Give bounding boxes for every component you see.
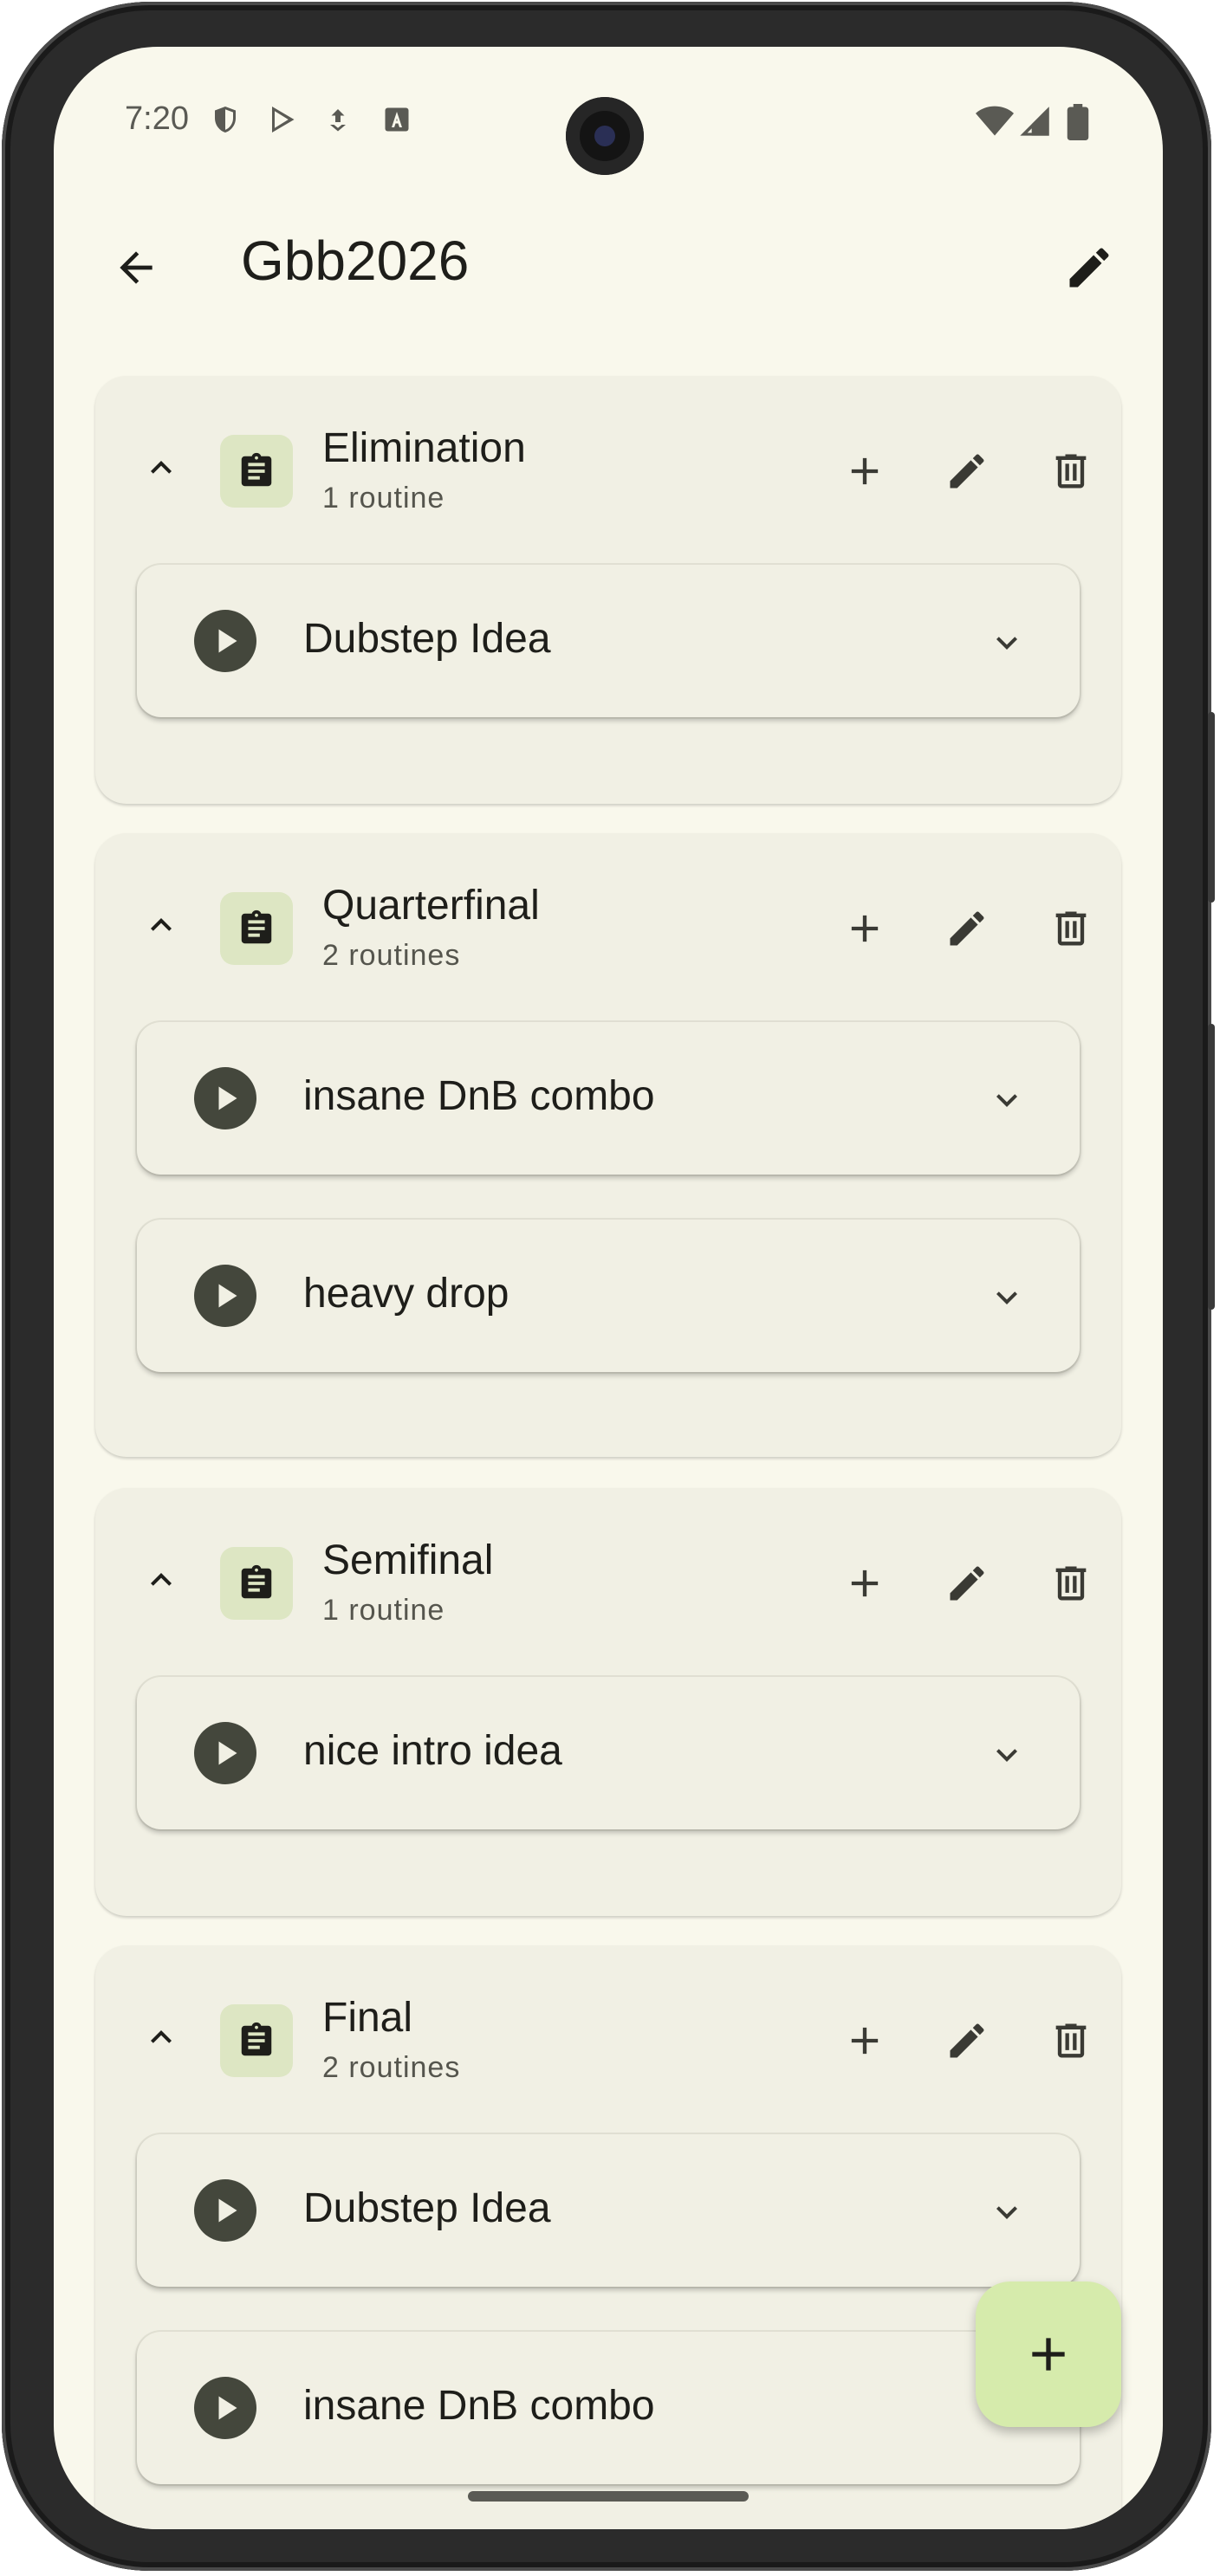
delete-section-button[interactable]: [1048, 906, 1093, 951]
routine-card[interactable]: nice intro idea: [137, 1677, 1080, 1829]
edit-title-button[interactable]: [1050, 229, 1128, 307]
screen: 7:20 Gbb2026 Elimination 1 routine Dubst…: [54, 47, 1163, 2529]
page-title: Gbb2026: [241, 230, 470, 292]
section-header[interactable]: Quarterfinal 2 routines: [95, 833, 1121, 1006]
chevron-up-icon[interactable]: [140, 904, 182, 946]
routine-title: Dubstep Idea: [303, 2185, 551, 2231]
play-button[interactable]: [194, 610, 256, 672]
side-button: [1208, 712, 1215, 903]
section-subtitle: 1 routine: [322, 482, 445, 515]
play-icon: [218, 1741, 237, 1765]
chevron-down-icon[interactable]: [986, 1079, 1028, 1121]
routine-title: insane DnB combo: [303, 1073, 655, 1119]
routine-card[interactable]: heavy drop: [137, 1220, 1080, 1372]
section-header[interactable]: Final 2 routines: [95, 1945, 1121, 2119]
section-card: Semifinal 1 routine nice intro idea: [95, 1488, 1121, 1916]
edit-section-button[interactable]: [944, 1561, 990, 1606]
play-icon: [218, 2198, 237, 2223]
routine-card[interactable]: insane DnB combo: [137, 1022, 1080, 1175]
section-card: Elimination 1 routine Dubstep Idea: [95, 376, 1121, 804]
clipboard-badge: [220, 1547, 293, 1620]
section-title: Elimination: [322, 425, 526, 471]
section-subtitle: 2 routines: [322, 2051, 461, 2084]
play-icon: [218, 629, 237, 653]
edit-section-button[interactable]: [944, 906, 990, 951]
routine-card[interactable]: insane DnB combo: [137, 2332, 1080, 2484]
clipboard-badge: [220, 892, 293, 965]
battery-icon: [1067, 104, 1089, 140]
chevron-up-icon[interactable]: [140, 447, 182, 489]
add-routine-button[interactable]: [842, 1561, 887, 1606]
chevron-down-icon[interactable]: [986, 622, 1028, 663]
play-icon: [218, 1284, 237, 1308]
gesture-handle[interactable]: [468, 2491, 749, 2502]
delete-section-button[interactable]: [1048, 2018, 1093, 2063]
top-app-bar: [54, 220, 1163, 307]
back-button[interactable]: [97, 229, 175, 307]
play-icon: [218, 1086, 237, 1110]
clipboard-badge: [220, 2004, 293, 2077]
chevron-down-icon[interactable]: [986, 2191, 1028, 2233]
pencil-icon: [1069, 248, 1109, 288]
play-button[interactable]: [194, 1722, 256, 1784]
edit-section-button[interactable]: [944, 2018, 990, 2063]
section-title: Semifinal: [322, 1537, 494, 1583]
font-icon: [385, 107, 409, 132]
phone-frame: 7:20 Gbb2026 Elimination 1 routine Dubst…: [2, 2, 1215, 2571]
clipboard-icon: [241, 2022, 272, 2056]
play-icon: [218, 2396, 237, 2420]
section-subtitle: 2 routines: [322, 939, 461, 972]
chevron-down-icon[interactable]: [986, 1277, 1028, 1318]
add-routine-button[interactable]: [842, 906, 887, 951]
shield-icon: [215, 107, 236, 133]
section-card: Quarterfinal 2 routines insane DnB combo…: [95, 833, 1121, 1457]
section-subtitle: 1 routine: [322, 1594, 445, 1627]
routine-title: nice intro idea: [303, 1728, 562, 1774]
chevron-down-icon[interactable]: [986, 1734, 1028, 1776]
plus-icon: [1032, 2338, 1065, 2371]
section-header[interactable]: Elimination 1 routine: [95, 376, 1121, 549]
signal-icon: [1020, 107, 1049, 136]
arrow-back-icon: [120, 251, 152, 284]
delete-section-button[interactable]: [1048, 1561, 1093, 1606]
play-store-icon: [272, 107, 295, 133]
add-routine-button[interactable]: [842, 449, 887, 494]
play-button[interactable]: [194, 2377, 256, 2439]
routine-card[interactable]: Dubstep Idea: [137, 565, 1080, 717]
clipboard-icon: [241, 1564, 272, 1599]
edit-section-button[interactable]: [944, 449, 990, 494]
routine-title: heavy drop: [303, 1271, 509, 1317]
side-button: [1208, 1024, 1215, 1310]
add-routine-button[interactable]: [842, 2018, 887, 2063]
play-button[interactable]: [194, 2179, 256, 2242]
play-button[interactable]: [194, 1067, 256, 1129]
routine-title: insane DnB combo: [303, 2383, 655, 2429]
front-camera: [566, 97, 644, 175]
add-section-fab[interactable]: [976, 2282, 1121, 2427]
wifi-icon: [976, 106, 1014, 136]
download-icon: [330, 109, 346, 132]
section-card: Final 2 routines Dubstep Idea insane DnB…: [95, 1945, 1121, 2529]
routine-card[interactable]: Dubstep Idea: [137, 2134, 1080, 2287]
section-title: Quarterfinal: [322, 883, 540, 929]
delete-section-button[interactable]: [1048, 449, 1093, 494]
status-bar: 7:20: [54, 47, 1163, 177]
play-button[interactable]: [194, 1265, 256, 1327]
status-time: 7:20: [125, 100, 189, 137]
section-title: Final: [322, 1995, 413, 2041]
clipboard-icon: [241, 452, 272, 487]
section-header[interactable]: Semifinal 1 routine: [95, 1488, 1121, 1661]
clipboard-badge: [220, 435, 293, 508]
chevron-up-icon[interactable]: [140, 2016, 182, 2058]
routine-title: Dubstep Idea: [303, 616, 551, 662]
chevron-up-icon[interactable]: [140, 1559, 182, 1601]
clipboard-icon: [241, 909, 272, 944]
